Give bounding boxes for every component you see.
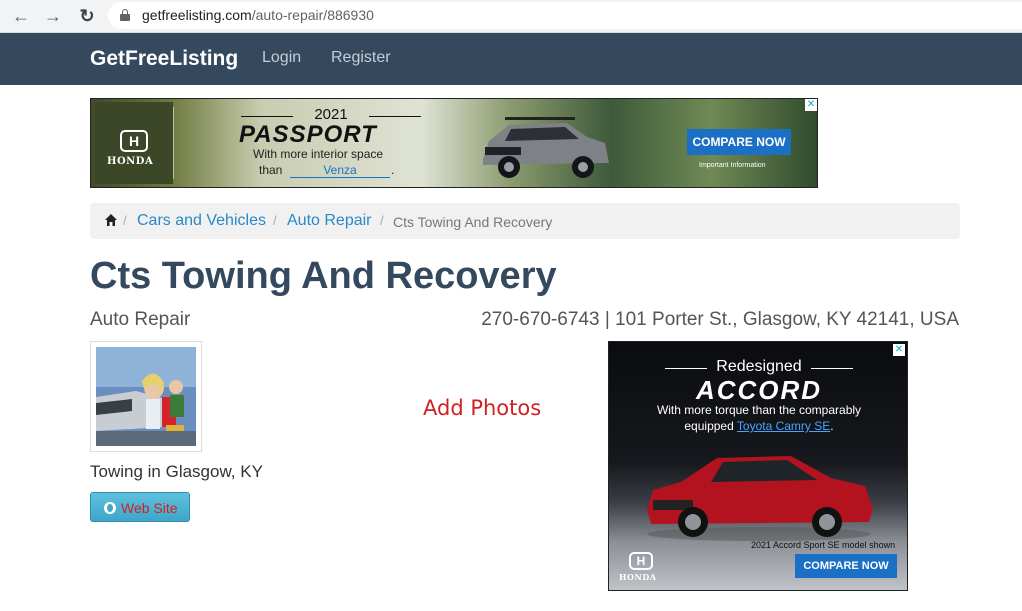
ad-model-shown: 2021 Accord Sport SE model shown [751,540,896,550]
url-path: /auto-repair/886930 [251,7,374,23]
ad-period: . [391,163,395,177]
lock-icon [120,9,130,21]
ad-divider [173,107,174,179]
address-bar[interactable]: getfreelisting.com/auto-repair/886930 [108,2,1022,29]
site-navbar: GetFreeListing Login Register [0,33,1022,85]
back-arrow-icon[interactable]: ← [10,5,32,27]
ad-compare-link[interactable]: Venza [290,163,390,178]
browser-toolbar: ← → ↻ getfreelisting.com/auto-repair/886… [0,0,1022,33]
ad-model-name: ACCORD [695,375,823,405]
page-title: Cts Towing And Recovery [90,255,557,297]
listing-photo[interactable] [90,341,202,452]
breadcrumb-auto-repair[interactable]: Auto Repair [287,212,372,230]
ad-close-icon[interactable]: ✕ [805,99,817,111]
breadcrumb-cars-and-vehicles[interactable]: Cars and Vehicles [137,212,266,230]
ad-than-text: than [259,163,283,177]
breadcrumb-separator: / [123,213,127,228]
ad-tagline: With more interior space [253,147,384,161]
website-button[interactable]: Web Site [90,492,190,522]
ad-headline: Redesigned [609,358,907,376]
ad-copy-suffix: . [830,419,834,433]
honda-h-icon: H [120,130,148,152]
ad-important-info[interactable]: Important Information [699,162,766,169]
ad-compare-now-button[interactable]: COMPARE NOW [795,554,897,578]
url-text: getfreelisting.com/auto-repair/886930 [142,7,374,23]
website-button-label: Web Site [121,500,178,516]
ad-toyota-link[interactable]: Toyota Camry SE [737,419,830,433]
ad-compare-now-button[interactable]: COMPARE NOW [687,129,791,155]
reload-icon[interactable]: ↻ [76,5,98,27]
globe-icon [104,502,116,514]
register-link[interactable]: Register [331,49,391,67]
breadcrumb-separator: / [273,213,277,228]
ad-copy-line1: With more torque than the comparably [656,403,862,417]
forward-arrow-icon[interactable]: → [42,5,64,27]
business-photo [96,347,196,446]
url-domain: getfreelisting.com [142,7,252,23]
ad-copy-line2: equipped Toyota Camry SE. [609,419,907,433]
login-link[interactable]: Login [262,49,301,67]
listing-tagline: Towing in Glasgow, KY [90,462,263,481]
honda-wordmark: HONDA [619,572,657,582]
honda-logo: H HONDA [95,102,173,184]
brand-logo[interactable]: GetFreeListing [90,47,238,71]
suv-image [483,117,609,178]
honda-passport-ad[interactable]: H HONDA 2021 PASSPORT With more interior… [90,98,818,188]
ad-model-name: PASSPORT [239,121,377,148]
breadcrumb-separator: / [380,213,384,228]
breadcrumb-current: Cts Towing And Recovery [393,214,553,230]
listing-contact: 270-670-6743 | 101 Porter St., Glasgow, … [481,309,959,330]
ad-copy-prefix: equipped [684,419,734,433]
honda-wordmark: HONDA [107,156,154,167]
sedan-image [647,456,873,541]
add-photos-link[interactable]: Add Photos [423,396,541,420]
listing-category: Auto Repair [90,309,191,330]
honda-accord-ad[interactable]: Redesigned ACCORD With more torque than … [608,341,908,591]
honda-h-icon: H [629,552,653,570]
breadcrumb: / Cars and Vehicles / Auto Repair / Cts … [90,203,960,239]
home-icon[interactable] [104,213,118,227]
ad-close-icon[interactable]: ✕ [893,344,905,356]
